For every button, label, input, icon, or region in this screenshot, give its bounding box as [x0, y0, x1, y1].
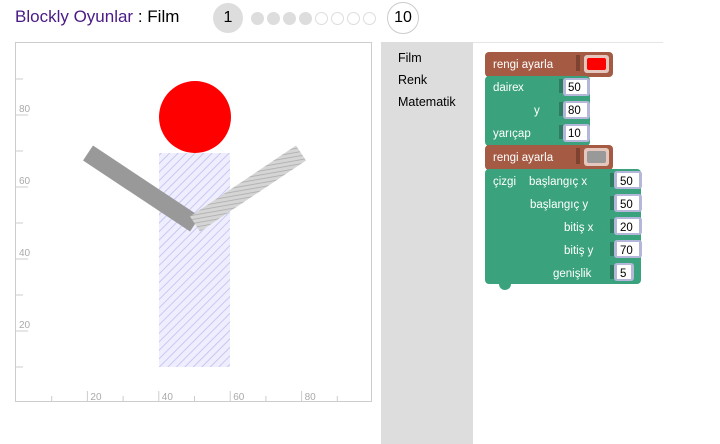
level-dot-6[interactable]: [315, 11, 328, 25]
line-y1-label: başlangıç y: [530, 199, 588, 211]
y-axis-label: 80: [19, 104, 31, 115]
y-axis-label: 60: [19, 176, 31, 187]
line-y1-value: 50: [620, 199, 633, 211]
toolbox-category-math[interactable]: Matematik: [398, 95, 456, 109]
circle-radius-label: yarıçap: [493, 128, 531, 140]
app-name-link[interactable]: Blockly Oyunlar: [15, 7, 133, 26]
set-color-block-2[interactable]: rengi ayarla: [485, 145, 613, 170]
circle-x-label: x: [518, 82, 524, 94]
circle-radius-value: 10: [568, 128, 581, 140]
circle-x-value: 50: [568, 82, 581, 94]
line-width-value: 5: [620, 268, 626, 280]
toolbox-category-color[interactable]: Renk: [398, 73, 427, 87]
line-x2-label: bitiş x: [564, 222, 594, 234]
line-x1-value: 50: [620, 176, 633, 188]
level-dot-2[interactable]: [251, 11, 264, 25]
current-level-indicator: 1: [213, 3, 243, 33]
y-axis-label: 20: [19, 320, 31, 331]
set-color-block-1[interactable]: rengi ayarla: [485, 52, 613, 77]
x-axis-label: 20: [90, 392, 102, 402]
line-y2-value: 70: [620, 245, 633, 257]
line-y2-label: bitiş y: [564, 245, 594, 257]
x-axis-label: 60: [233, 392, 245, 402]
line-block[interactable]: çizgi başlangıç x 50 başlangıç y 50 biti…: [485, 169, 642, 290]
body-rect: [159, 153, 230, 367]
level-dot-3[interactable]: [267, 11, 280, 25]
title-separator: :: [133, 7, 148, 26]
level-dot-4[interactable]: [283, 11, 296, 25]
color-swatch-1: [587, 58, 606, 70]
level-dot-5[interactable]: [299, 11, 312, 25]
level-pager: 1 10: [213, 2, 419, 34]
head-circle: [159, 81, 231, 153]
workspace-border: [473, 42, 663, 43]
toolbox-category-film[interactable]: Film: [398, 51, 422, 65]
color-swatch-2: [587, 151, 606, 163]
level-dot-7[interactable]: [331, 11, 344, 25]
display-canvas: 80 60 40 20 20 40 60 80: [15, 42, 372, 402]
toolbox: Film Renk Matematik: [381, 42, 473, 444]
level-dots: [251, 11, 379, 25]
line-label: çizgi: [493, 176, 516, 188]
circle-y-value: 80: [568, 105, 581, 117]
line-width-label: genişlik: [553, 268, 592, 280]
level-dot-9[interactable]: [363, 11, 376, 25]
last-level-link[interactable]: 10: [387, 2, 419, 34]
x-axis-label: 80: [305, 392, 317, 402]
line-x2-value: 20: [620, 222, 633, 234]
circle-label: daire: [493, 82, 519, 94]
game-name: Film: [147, 7, 180, 26]
line-x1-label: başlangıç x: [529, 176, 587, 188]
display-svg: 80 60 40 20 20 40 60 80: [16, 78, 338, 402]
circle-block[interactable]: daire x 50 y 80 yarıçap 10: [485, 76, 590, 146]
x-axis-label: 40: [162, 392, 174, 402]
page-title: Blockly Oyunlar : Film: [15, 7, 179, 27]
y-axis-label: 40: [19, 248, 31, 259]
level-dot-8[interactable]: [347, 11, 360, 25]
set-color-label-1: rengi ayarla: [493, 59, 554, 71]
set-color-label-2: rengi ayarla: [493, 152, 554, 164]
circle-y-label: y: [534, 105, 540, 117]
